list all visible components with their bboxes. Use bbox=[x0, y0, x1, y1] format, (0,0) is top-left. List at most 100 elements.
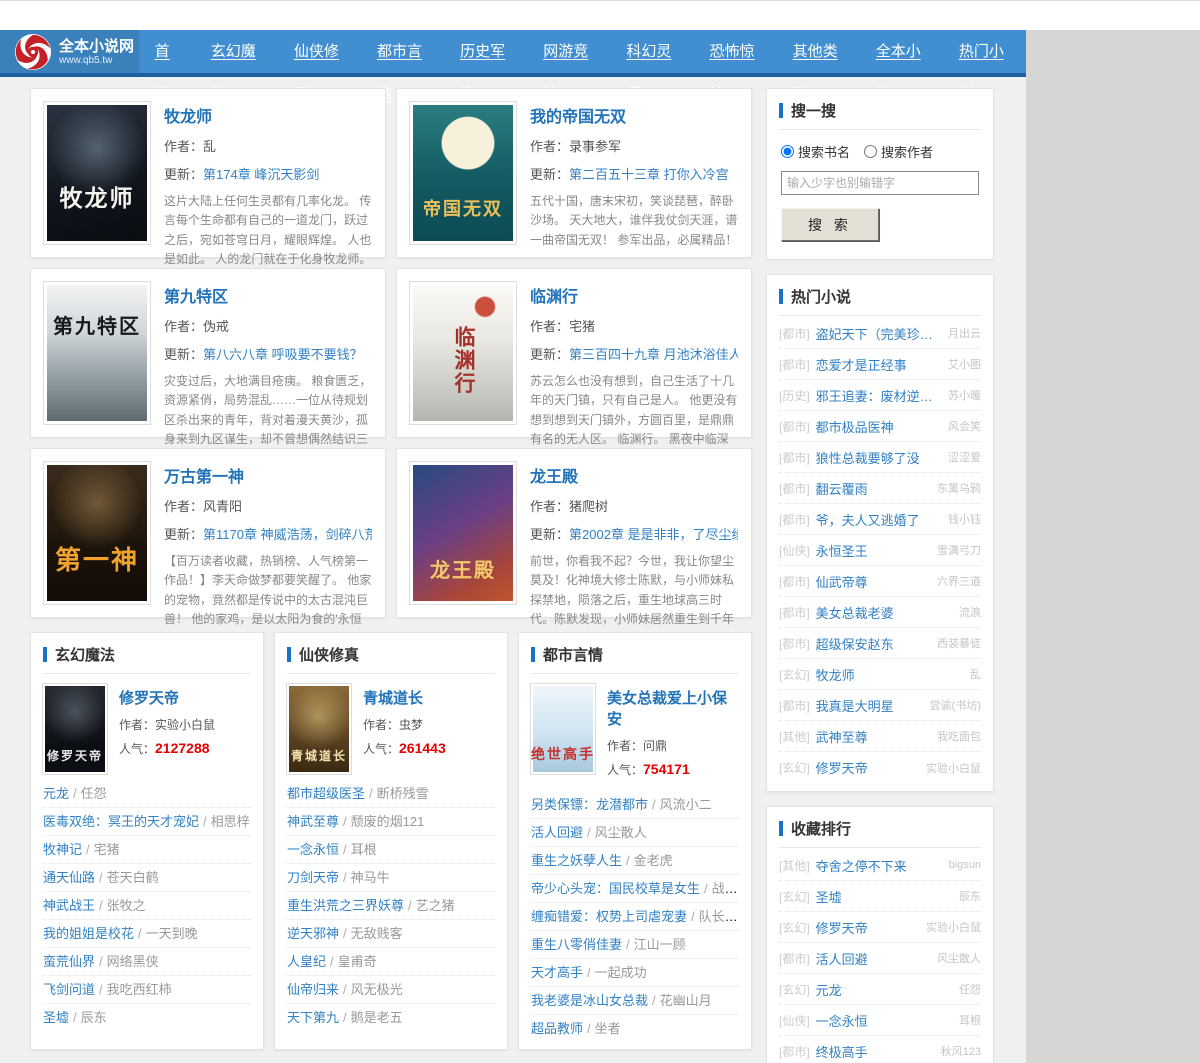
featured-book-card: 牧龙师 牧龙师 作者：乱 更新：第174章 峰沉天影剑 这片大陆上任何生灵都有几… bbox=[30, 88, 386, 258]
book-title-link[interactable]: 逆天邪神 bbox=[287, 926, 339, 941]
book-cover[interactable]: 龙王殿 bbox=[410, 462, 516, 604]
search-input[interactable] bbox=[781, 171, 979, 195]
book-cover[interactable]: 牧龙师 bbox=[44, 102, 150, 244]
book-title-link[interactable]: 超品教师 bbox=[531, 1021, 583, 1036]
book-title-link[interactable]: 修罗天帝 bbox=[816, 758, 868, 777]
book-title-link[interactable]: 活人回避 bbox=[816, 949, 868, 968]
book-title-link[interactable]: 修罗天帝 bbox=[816, 918, 868, 937]
book-title-link[interactable]: 我的帝国无双 bbox=[530, 103, 626, 127]
book-title-link[interactable]: 仙帝归来 bbox=[287, 982, 339, 997]
book-title-link[interactable]: 万古第一神 bbox=[164, 463, 244, 487]
latest-chapter-link[interactable]: 第二百五十三章 打你入冷宫 bbox=[569, 167, 729, 182]
book-title-link[interactable]: 终极高手 bbox=[816, 1042, 868, 1061]
search-by-author-radio[interactable] bbox=[864, 145, 877, 158]
book-title-link[interactable]: 缠痴错爱：权势上司虐宠妻 bbox=[531, 909, 687, 924]
latest-chapter-link[interactable]: 第1170章 神威浩荡，剑碎八荒 bbox=[203, 527, 372, 542]
book-author: 西装暴徒 bbox=[929, 635, 981, 651]
cover-title-text: 临渊行 bbox=[448, 326, 478, 395]
book-title-link[interactable]: 飞剑问道 bbox=[43, 982, 95, 997]
book-title-link[interactable]: 重生之妖孽人生 bbox=[531, 853, 622, 868]
book-title-link[interactable]: 爷，夫人又逃婚了 bbox=[816, 510, 920, 529]
book-title-link[interactable]: 神武战王 bbox=[43, 898, 95, 913]
book-title-link[interactable]: 盗妃天下（完美珍藏版） bbox=[816, 324, 940, 343]
book-title-link[interactable]: 第九特区 bbox=[164, 283, 228, 307]
book-title-link[interactable]: 圣墟 bbox=[816, 887, 842, 906]
book-title-link[interactable]: 夺舍之停不下来 bbox=[816, 856, 907, 875]
search-button[interactable]: 搜 索 bbox=[781, 208, 879, 241]
book-title-link[interactable]: 重生洪荒之三界妖尊 bbox=[287, 898, 404, 913]
search-by-title-option[interactable]: 搜索书名 bbox=[781, 142, 850, 161]
book-cover[interactable]: 绝世高手 bbox=[531, 684, 595, 774]
book-title-link[interactable]: 龙王殿 bbox=[530, 463, 578, 487]
separator: / bbox=[99, 954, 103, 969]
book-title-link[interactable]: 帝少心头宠：国民校草是女生 bbox=[531, 881, 700, 896]
search-by-title-radio[interactable] bbox=[781, 145, 794, 158]
book-author: 猪爬树 bbox=[569, 499, 608, 514]
book-title-link[interactable]: 牧龙师 bbox=[164, 103, 212, 127]
book-title-link[interactable]: 狼性总裁要够了没 bbox=[816, 448, 920, 467]
book-title-link[interactable]: 武神至尊 bbox=[816, 727, 868, 746]
section-title: 玄幻魔法 bbox=[55, 644, 115, 665]
book-category-tag: [都市] bbox=[779, 480, 810, 497]
book-title-link[interactable]: 美女总裁爱上小保安 bbox=[607, 687, 739, 729]
search-by-author-option[interactable]: 搜索作者 bbox=[864, 142, 933, 161]
latest-chapter-link[interactable]: 第174章 峰沉天影剑 bbox=[203, 167, 319, 182]
book-title-link[interactable]: 人皇纪 bbox=[287, 954, 326, 969]
book-title-link[interactable]: 元龙 bbox=[43, 786, 69, 801]
list-item: 重生八零俏佳妻/江山一顾 bbox=[531, 931, 739, 959]
book-title-link[interactable]: 临渊行 bbox=[530, 283, 578, 307]
book-title-link[interactable]: 天下第九 bbox=[287, 1010, 339, 1025]
book-author-row: 作者：乱 bbox=[164, 136, 372, 155]
separator: / bbox=[99, 982, 103, 997]
latest-chapter-link[interactable]: 第八六八章 呼吸要不要钱？ bbox=[203, 347, 363, 362]
book-title-link[interactable]: 美女总裁老婆 bbox=[816, 603, 894, 622]
book-title-link[interactable]: 通天仙路 bbox=[43, 870, 95, 885]
book-title-link[interactable]: 活人回避 bbox=[531, 825, 583, 840]
book-title-link[interactable]: 另类保镖：龙潜都市 bbox=[531, 797, 648, 812]
book-title-link[interactable]: 翻云覆雨 bbox=[816, 479, 868, 498]
book-title-link[interactable]: 修罗天帝 bbox=[119, 687, 179, 708]
book-title-link[interactable]: 仙武帝尊 bbox=[816, 572, 868, 591]
book-title-link[interactable]: 刀剑天帝 bbox=[287, 870, 339, 885]
book-title-link[interactable]: 邪王追妻：废材逆天小姐 bbox=[816, 386, 940, 405]
featured-book-card: 第九特区 第九特区 作者：伪戒 更新：第八六八章 呼吸要不要钱？ 灾变过后，大地… bbox=[30, 268, 386, 438]
book-title-link[interactable]: 青城道长 bbox=[363, 687, 423, 708]
book-title-link[interactable]: 恋爱才是正经事 bbox=[816, 355, 907, 374]
book-title-link[interactable]: 神武至尊 bbox=[287, 814, 339, 829]
sidebar: 搜一搜 搜索书名 搜索作者 搜 索 bbox=[766, 88, 994, 1063]
book-title-link[interactable]: 牧神记 bbox=[43, 842, 82, 857]
latest-chapter-link[interactable]: 第2002章 是是非非，了尽尘缘 bbox=[569, 527, 738, 542]
book-author: 任怨 bbox=[81, 786, 107, 801]
latest-chapter-link[interactable]: 第三百四十九章 月池沐浴佳人恼 bbox=[569, 347, 738, 362]
book-title-link[interactable]: 圣墟 bbox=[43, 1010, 69, 1025]
book-title-link[interactable]: 我老婆是冰山女总裁 bbox=[531, 993, 648, 1008]
book-cover[interactable]: 修罗天帝 bbox=[43, 684, 107, 774]
book-title-link[interactable]: 元龙 bbox=[816, 980, 842, 999]
book-title-link[interactable]: 蛮荒仙界 bbox=[43, 954, 95, 969]
book-title-link[interactable]: 超级保安赵东 bbox=[816, 634, 894, 653]
book-cover[interactable]: 第一神 bbox=[44, 462, 150, 604]
book-cover[interactable]: 帝国无双 bbox=[410, 102, 516, 244]
book-category-tag: [都市] bbox=[779, 511, 810, 528]
book-cover[interactable]: 临渊行 bbox=[410, 282, 516, 424]
list-item: 我的姐姐是校花/一天到晚 bbox=[43, 920, 251, 948]
book-title-link[interactable]: 都市超级医圣 bbox=[287, 786, 365, 801]
book-title-link[interactable]: 一念永恒 bbox=[816, 1011, 868, 1030]
site-logo[interactable]: 全本小说网 www.qb5.tw bbox=[0, 30, 139, 73]
book-title-link[interactable]: 一念永恒 bbox=[287, 842, 339, 857]
book-cover[interactable]: 青城道长 bbox=[287, 684, 351, 774]
book-title-link[interactable]: 我的姐姐是校花 bbox=[43, 926, 134, 941]
book-title-link[interactable]: 天才高手 bbox=[531, 965, 583, 980]
book-title-link[interactable]: 医毒双绝：冥王的天才宠妃 bbox=[43, 814, 199, 829]
book-title-link[interactable]: 牧龙师 bbox=[816, 665, 855, 684]
book-title-link[interactable]: 永恒圣王 bbox=[816, 541, 868, 560]
separator: / bbox=[369, 786, 373, 801]
list-item: [仙侠]一念永恒耳根 bbox=[779, 1005, 981, 1036]
hot-novels-section: 热门小说 [都市]盗妃天下（完美珍藏版）月出云 [都市]恋爱才是正经事艾小图 [… bbox=[766, 274, 994, 792]
book-title-link[interactable]: 重生八零俏佳妻 bbox=[531, 937, 622, 952]
book-title-link[interactable]: 都市极品医神 bbox=[816, 417, 894, 436]
book-cover[interactable]: 第九特区 bbox=[44, 282, 150, 424]
book-category-tag: [都市] bbox=[779, 697, 810, 714]
book-author: 尝谕(书坊) bbox=[922, 697, 981, 713]
book-title-link[interactable]: 我真是大明星 bbox=[816, 696, 894, 715]
